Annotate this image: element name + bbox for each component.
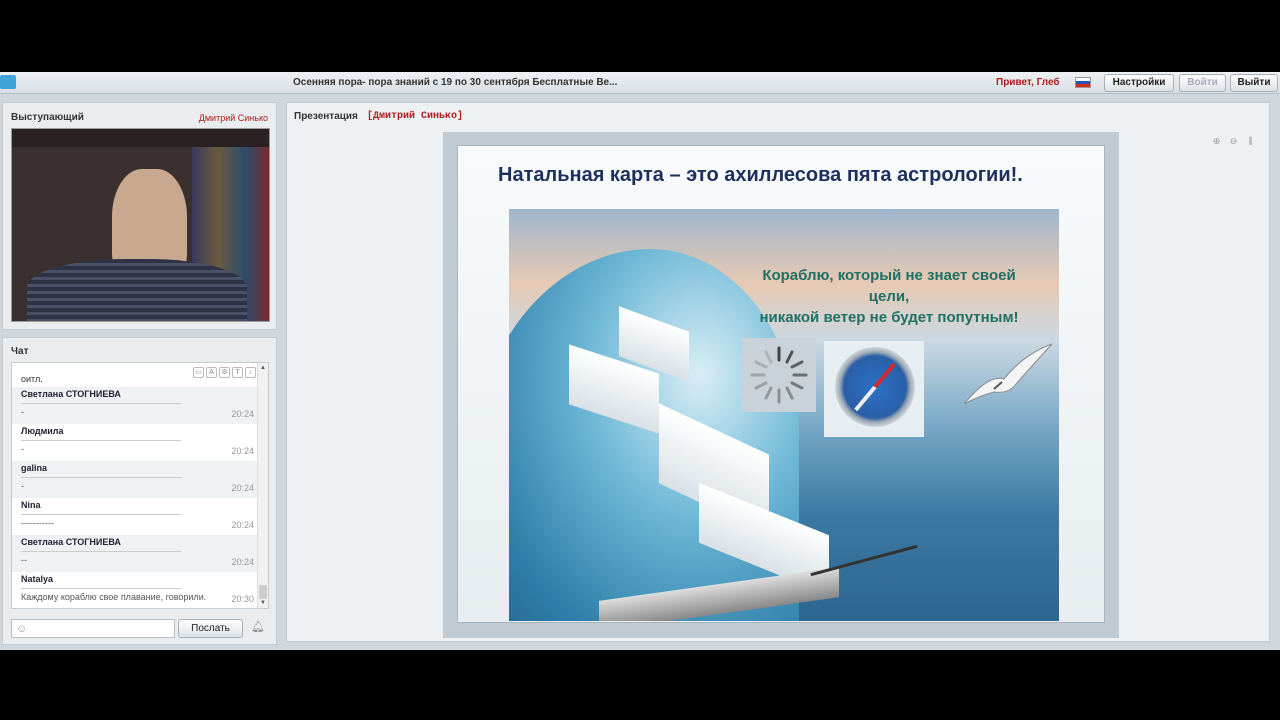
presentation-owner: [Дмитрий Синько] bbox=[367, 111, 464, 122]
chat-author: Светлана СТОГНИЕВА bbox=[21, 537, 121, 547]
chat-message: Людмила - 20:24 bbox=[12, 424, 258, 461]
chat-text: -- bbox=[21, 555, 27, 565]
scroll-down-icon[interactable]: ▼ bbox=[259, 599, 267, 607]
chat-text: Каждому кораблю свое плавание, говорили. bbox=[21, 592, 207, 602]
chat-input[interactable]: ☺ bbox=[11, 619, 175, 638]
quote-line: цели, bbox=[868, 288, 910, 305]
slide-quote: Кораблю, который не знает своей цели, ни… bbox=[739, 265, 1039, 328]
presentation-label: Презентация bbox=[294, 111, 358, 122]
quote-line: никакой ветер не будет попутным! bbox=[759, 309, 1019, 326]
chat-message: Natalya Каждому кораблю свое плавание, г… bbox=[12, 572, 258, 608]
zoom-in-icon[interactable]: ⊕ bbox=[1210, 135, 1223, 148]
chat-message: Светлана СТОГНИЕВА -- 20:24 bbox=[12, 535, 258, 572]
chat-author: Natalya bbox=[21, 574, 54, 584]
chat-time: 20:24 bbox=[231, 520, 254, 530]
bell-icon[interactable]: 🔔︎ bbox=[249, 620, 267, 637]
chat-panel: Чат ▭ A ⚙ T ↓ оитл. Светлана СТОГНИЕВА -… bbox=[2, 337, 277, 645]
chat-time: 20:24 bbox=[231, 483, 254, 493]
loading-spinner-icon bbox=[742, 338, 816, 412]
zoom-controls: ⊕ ⊖ ⫼ bbox=[1210, 135, 1257, 148]
chat-message: galina - 20:24 bbox=[12, 461, 258, 498]
presenter-name: Дмитрий Синько bbox=[198, 113, 268, 123]
text-size-icon[interactable]: T bbox=[232, 367, 243, 378]
font-icon[interactable]: A bbox=[206, 367, 217, 378]
slide-image-ship: Кораблю, который не знает своей цели, ни… bbox=[509, 209, 1059, 621]
seagull-icon bbox=[954, 334, 1054, 414]
quote-line: Кораблю, который не знает своей bbox=[762, 267, 1016, 284]
clear-icon[interactable]: ▭ bbox=[193, 367, 204, 378]
chat-label: Чат bbox=[11, 346, 29, 357]
slide-title: Натальная карта – это ахиллесова пята ас… bbox=[498, 164, 1023, 186]
app-window: Осенняя пора- пора знаний с 19 по 30 сен… bbox=[0, 72, 1280, 650]
fit-icon[interactable]: ⫼ bbox=[1244, 135, 1257, 148]
zoom-out-icon[interactable]: ⊖ bbox=[1227, 135, 1240, 148]
chat-time: 20:24 bbox=[231, 446, 254, 456]
chat-scrollbar[interactable]: ▲ ▼ bbox=[257, 363, 268, 608]
event-title: Осенняя пора- пора знаний с 19 по 30 сен… bbox=[293, 77, 618, 88]
text-down-icon[interactable]: ↓ bbox=[245, 367, 256, 378]
login-button[interactable]: Войти bbox=[1179, 74, 1226, 92]
chat-time: 20:24 bbox=[231, 557, 254, 567]
chat-message: Nina ----------- 20:24 bbox=[12, 498, 258, 535]
chat-author: Nina bbox=[21, 500, 41, 510]
greeting-text: Привет, Глеб bbox=[996, 77, 1060, 88]
settings-button[interactable]: Настройки bbox=[1104, 74, 1174, 92]
slide-frame: Натальная карта – это ахиллесова пята ас… bbox=[443, 132, 1119, 638]
scroll-thumb[interactable] bbox=[259, 585, 267, 599]
chat-time: 20:30 bbox=[231, 594, 254, 604]
app-logo-icon[interactable] bbox=[0, 75, 16, 89]
smile-icon[interactable]: ☺ bbox=[16, 623, 27, 635]
chat-text: ----------- bbox=[21, 518, 54, 528]
chat-toolbar: ▭ A ⚙ T ↓ bbox=[193, 367, 256, 378]
presenter-panel: Выступающий Дмитрий Синько bbox=[2, 102, 277, 330]
chat-text: - bbox=[21, 407, 24, 417]
chat-time: 20:24 bbox=[231, 409, 254, 419]
chat-first-line: оитл. bbox=[21, 374, 43, 384]
top-bar: Осенняя пора- пора знаний с 19 по 30 сен… bbox=[0, 72, 1280, 94]
presentation-panel: Презентация [Дмитрий Синько] ⊕ ⊖ ⫼ Натал… bbox=[286, 102, 1270, 642]
presenter-label: Выступающий bbox=[11, 112, 84, 123]
chat-message-list[interactable]: ▭ A ⚙ T ↓ оитл. Светлана СТОГНИЕВА - 20:… bbox=[11, 362, 269, 609]
slide: Натальная карта – это ахиллесова пята ас… bbox=[457, 145, 1105, 623]
chat-message: Светлана СТОГНИЕВА - 20:24 bbox=[12, 387, 258, 424]
chat-text: - bbox=[21, 444, 24, 454]
chat-author: Светлана СТОГНИЕВА bbox=[21, 389, 121, 399]
chat-author: galina bbox=[21, 463, 48, 473]
logout-button[interactable]: Выйти bbox=[1230, 74, 1278, 92]
scroll-up-icon[interactable]: ▲ bbox=[259, 364, 267, 372]
chat-text: - bbox=[21, 481, 24, 491]
presenter-video bbox=[11, 128, 270, 322]
settings-icon[interactable]: ⚙ bbox=[219, 367, 230, 378]
russian-flag-icon[interactable] bbox=[1075, 77, 1091, 88]
chat-author: Людмила bbox=[21, 426, 64, 436]
compass-icon bbox=[824, 341, 924, 437]
send-button[interactable]: Послать bbox=[178, 619, 243, 638]
